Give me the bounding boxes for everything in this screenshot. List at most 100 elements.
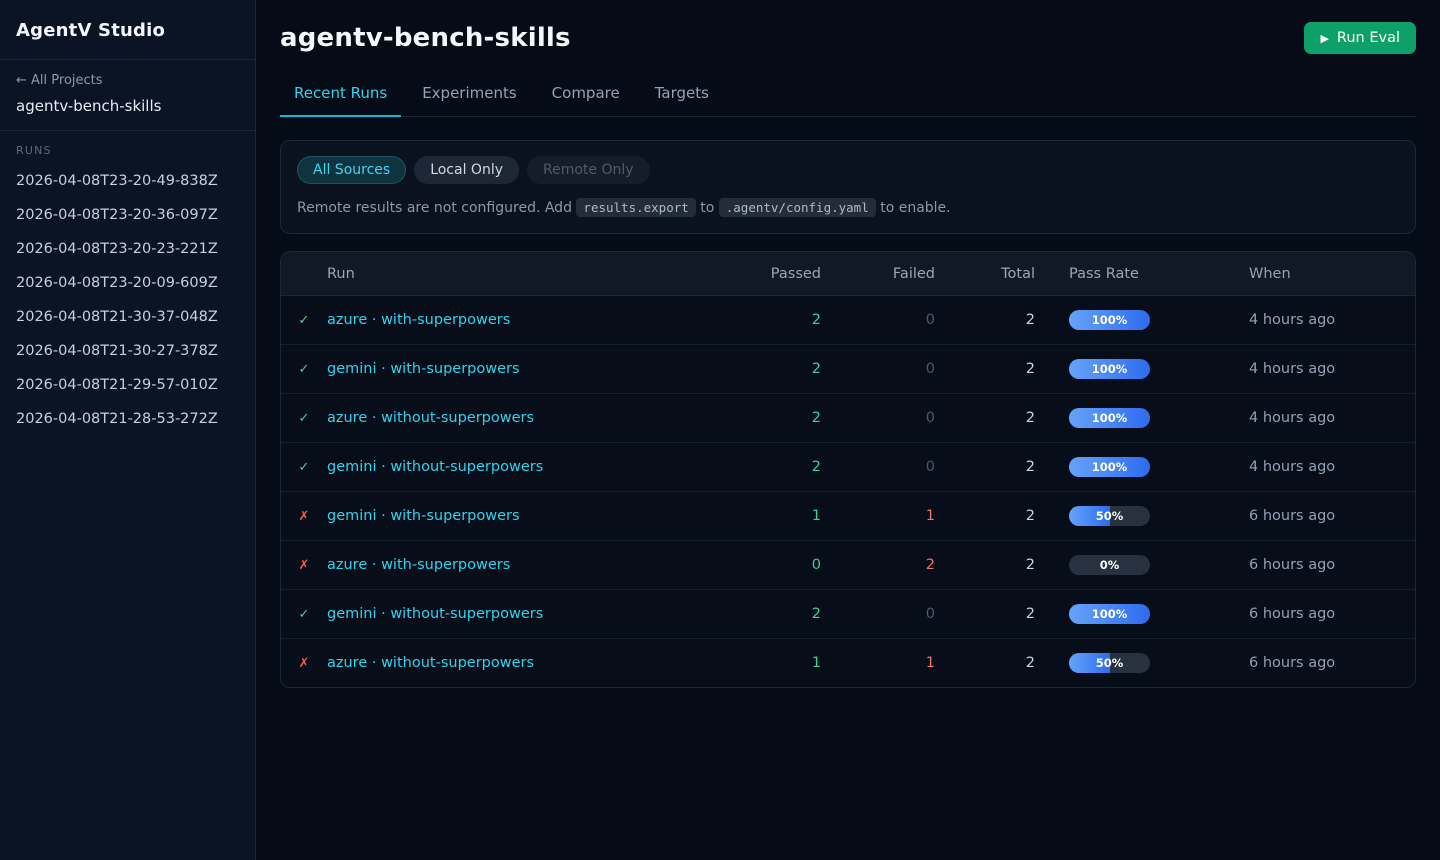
when-cell: 6 hours ago [1249, 508, 1415, 524]
table-row: ✗azure · without-superpowers11250%6 hour… [281, 638, 1415, 687]
when-cell: 4 hours ago [1249, 410, 1415, 426]
run-link[interactable]: azure · without-superpowers [327, 655, 534, 671]
sidebar-run-item[interactable]: 2026-04-08T23-20-49-838Z [16, 164, 239, 198]
failed-count: 0 [821, 312, 935, 328]
app-root: AgentV Studio ← All Projects agentv-benc… [0, 0, 1440, 860]
column-header-failed: Failed [821, 266, 935, 282]
pass-rate-cell: 100% [1035, 457, 1249, 477]
row-run-cell: gemini · with-superpowers [327, 508, 711, 524]
pass-rate-pill: 100% [1069, 310, 1150, 330]
sidebar-run-item[interactable]: 2026-04-08T21-30-37-048Z [16, 300, 239, 334]
total-count: 2 [935, 361, 1035, 377]
pass-rate-cell: 0% [1035, 555, 1249, 575]
passed-count: 2 [711, 459, 821, 475]
total-count: 2 [935, 459, 1035, 475]
run-eval-button[interactable]: ▶ Run Eval [1304, 22, 1416, 54]
sidebar-run-item[interactable]: 2026-04-08T23-20-09-609Z [16, 266, 239, 300]
table-row: ✗azure · with-superpowers0220%6 hours ag… [281, 540, 1415, 589]
code-results-export: results.export [576, 198, 695, 217]
run-link[interactable]: azure · without-superpowers [327, 410, 534, 426]
tab-experiments[interactable]: Experiments [408, 84, 530, 117]
cross-icon: ✗ [299, 509, 310, 524]
page-title: agentv-bench-skills [280, 23, 571, 53]
play-icon: ▶ [1320, 33, 1328, 44]
when-cell: 6 hours ago [1249, 557, 1415, 573]
note-text-suffix: to enable. [880, 200, 950, 216]
row-status-cell: ✓ [281, 362, 327, 377]
table-row: ✓azure · with-superpowers202100%4 hours … [281, 295, 1415, 344]
sidebar-header: AgentV Studio [0, 0, 255, 60]
cross-icon: ✗ [299, 656, 310, 671]
pass-rate-label: 100% [1069, 408, 1150, 428]
note-text-prefix: Remote results are not configured. Add [297, 200, 572, 216]
check-icon: ✓ [299, 411, 310, 426]
row-run-cell: gemini · without-superpowers [327, 459, 711, 475]
chip-local-only[interactable]: Local Only [414, 156, 519, 184]
pass-rate-cell: 100% [1035, 408, 1249, 428]
sidebar-run-item[interactable]: 2026-04-08T21-30-27-378Z [16, 334, 239, 368]
pass-rate-cell: 100% [1035, 604, 1249, 624]
total-count: 2 [935, 312, 1035, 328]
row-run-cell: azure · without-superpowers [327, 410, 711, 426]
when-cell: 4 hours ago [1249, 361, 1415, 377]
failed-count: 2 [821, 557, 935, 573]
row-run-cell: gemini · with-superpowers [327, 361, 711, 377]
total-count: 2 [935, 508, 1035, 524]
when-cell: 6 hours ago [1249, 606, 1415, 622]
column-header-passed: Passed [711, 266, 821, 282]
tab-recent-runs[interactable]: Recent Runs [280, 84, 401, 117]
row-run-cell: azure · without-superpowers [327, 655, 711, 671]
run-link[interactable]: gemini · without-superpowers [327, 606, 543, 622]
back-to-projects-link[interactable]: ← All Projects [16, 73, 239, 88]
pass-rate-label: 50% [1069, 653, 1150, 673]
table-row: ✓gemini · without-superpowers202100%6 ho… [281, 589, 1415, 638]
row-status-cell: ✗ [281, 509, 327, 524]
when-cell: 6 hours ago [1249, 655, 1415, 671]
passed-count: 2 [711, 361, 821, 377]
sidebar-run-item[interactable]: 2026-04-08T23-20-36-097Z [16, 198, 239, 232]
run-link[interactable]: azure · with-superpowers [327, 312, 510, 328]
passed-count: 2 [711, 312, 821, 328]
sidebar-run-item[interactable]: 2026-04-08T21-29-57-010Z [16, 368, 239, 402]
failed-count: 0 [821, 459, 935, 475]
row-status-cell: ✗ [281, 656, 327, 671]
run-link[interactable]: gemini · without-superpowers [327, 459, 543, 475]
chip-all-sources[interactable]: All Sources [297, 156, 406, 184]
passed-count: 2 [711, 410, 821, 426]
sidebar-run-item[interactable]: 2026-04-08T21-28-53-272Z [16, 402, 239, 436]
column-header-run: Run [327, 266, 711, 282]
row-run-cell: azure · with-superpowers [327, 557, 711, 573]
pass-rate-pill: 50% [1069, 653, 1150, 673]
pass-rate-pill: 0% [1069, 555, 1150, 575]
total-count: 2 [935, 410, 1035, 426]
pass-rate-pill: 100% [1069, 408, 1150, 428]
total-count: 2 [935, 557, 1035, 573]
row-status-cell: ✗ [281, 558, 327, 573]
remote-config-note: Remote results are not configured. Add r… [297, 200, 1399, 216]
pass-rate-label: 100% [1069, 359, 1150, 379]
page-header: agentv-bench-skills ▶ Run Eval [280, 0, 1416, 54]
tab-targets[interactable]: Targets [641, 84, 723, 117]
chip-remote-only: Remote Only [527, 156, 650, 184]
run-link[interactable]: gemini · with-superpowers [327, 361, 520, 377]
passed-count: 2 [711, 606, 821, 622]
column-header-when: When [1249, 266, 1415, 282]
check-icon: ✓ [299, 362, 310, 377]
table-row: ✓gemini · without-superpowers202100%4 ho… [281, 442, 1415, 491]
run-link[interactable]: gemini · with-superpowers [327, 508, 520, 524]
pass-rate-label: 100% [1069, 457, 1150, 477]
column-header-pass-rate: Pass Rate [1035, 266, 1249, 282]
pass-rate-pill: 100% [1069, 604, 1150, 624]
pass-rate-pill: 50% [1069, 506, 1150, 526]
table-header-row: Run Passed Failed Total Pass Rate When [281, 252, 1415, 295]
sidebar-run-item[interactable]: 2026-04-08T23-20-23-221Z [16, 232, 239, 266]
check-icon: ✓ [299, 607, 310, 622]
sidebar-runs-list: 2026-04-08T23-20-49-838Z2026-04-08T23-20… [16, 164, 239, 436]
when-cell: 4 hours ago [1249, 312, 1415, 328]
failed-count: 1 [821, 655, 935, 671]
column-header-total: Total [935, 266, 1035, 282]
tab-compare[interactable]: Compare [538, 84, 634, 117]
run-link[interactable]: azure · with-superpowers [327, 557, 510, 573]
failed-count: 0 [821, 410, 935, 426]
failed-count: 1 [821, 508, 935, 524]
